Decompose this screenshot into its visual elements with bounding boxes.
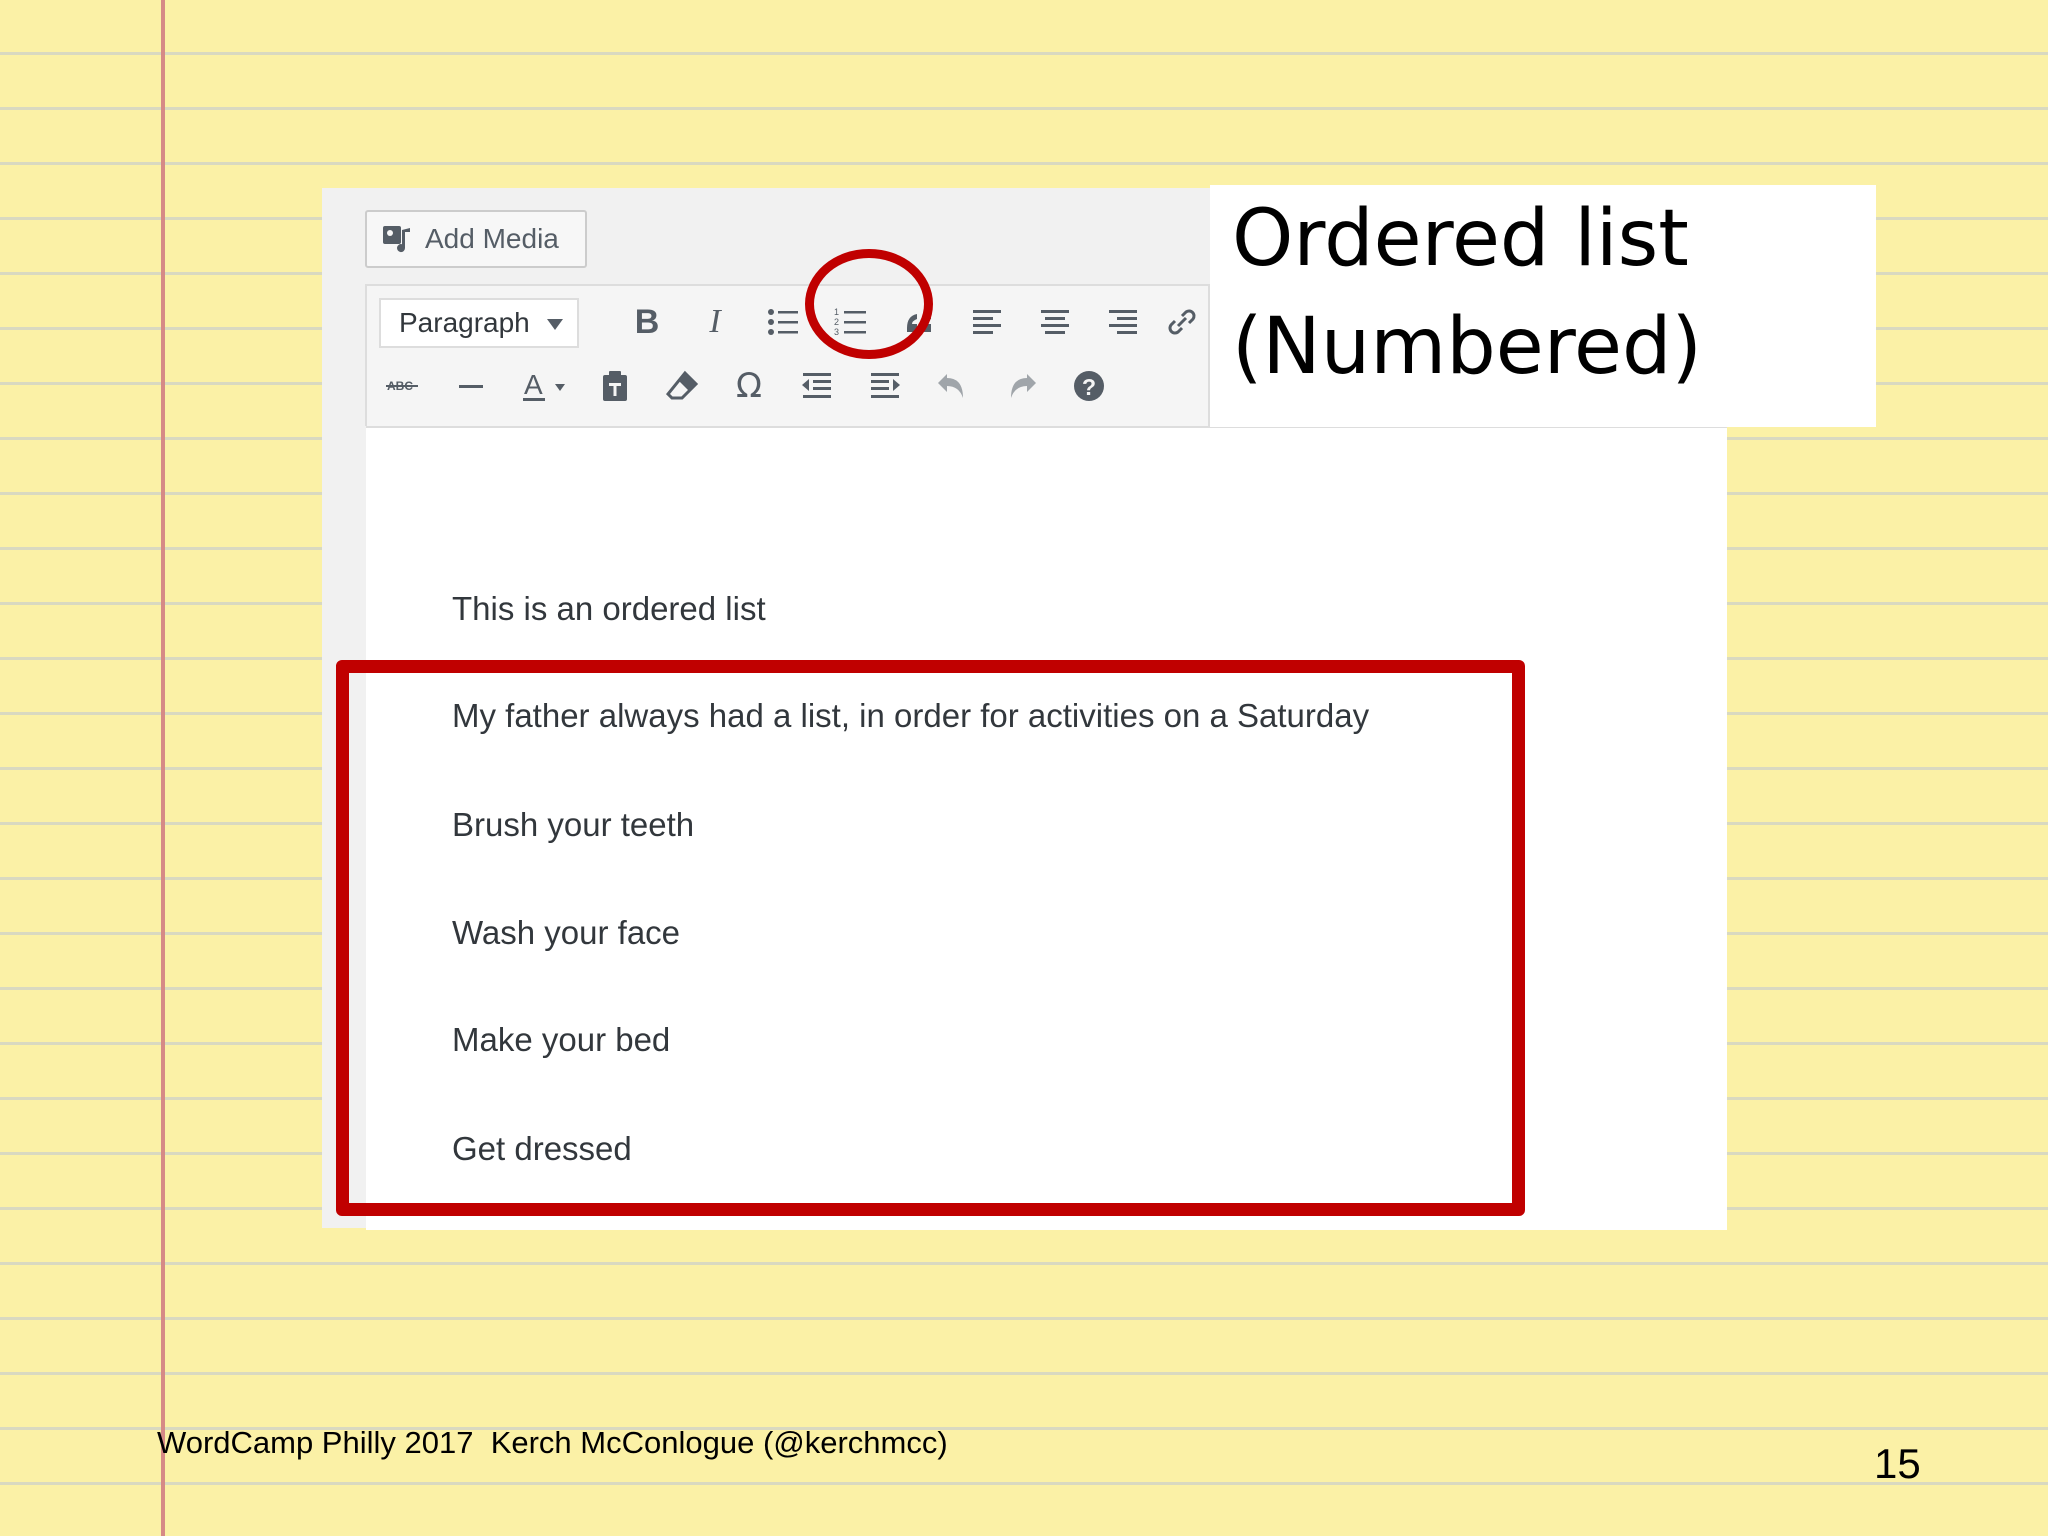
strikethrough-icon: ABC xyxy=(386,379,418,393)
callout-title: Ordered list xyxy=(1232,194,1689,284)
bulleted-list-icon xyxy=(768,309,798,335)
eraser-icon xyxy=(665,370,699,400)
question-icon: ? xyxy=(1074,371,1104,401)
list-highlight-box xyxy=(336,660,1525,1216)
paste-as-text-button[interactable] xyxy=(589,360,641,412)
slide-page-number: 15 xyxy=(1874,1440,1921,1487)
text-color-button[interactable]: A xyxy=(513,360,577,412)
align-right-icon xyxy=(1109,310,1137,334)
indent-icon xyxy=(871,373,900,398)
svg-text:A: A xyxy=(524,369,543,400)
help-button[interactable]: ? xyxy=(1063,360,1115,412)
text-color-icon: A xyxy=(523,369,565,401)
horizontal-line-button[interactable] xyxy=(445,360,497,412)
italic-icon: I xyxy=(709,303,721,340)
media-icon xyxy=(383,226,410,253)
increase-indent-button[interactable] xyxy=(859,360,911,412)
callout-box: Ordered list (Numbered) xyxy=(1210,185,1876,427)
add-media-label: Add Media xyxy=(425,223,559,254)
undo-icon xyxy=(938,374,963,398)
link-icon xyxy=(1168,309,1196,335)
undo-button[interactable] xyxy=(927,360,979,412)
editor-toolbar: Paragraph B I 123 ABC A Ω ? xyxy=(365,284,1210,426)
numbered-list-highlight-circle xyxy=(805,249,933,359)
bulleted-list-button[interactable] xyxy=(757,296,809,348)
horizontal-line-icon xyxy=(459,385,483,388)
italic-button[interactable]: I xyxy=(689,296,741,348)
special-character-button[interactable]: Ω xyxy=(723,360,775,412)
decrease-indent-button[interactable] xyxy=(791,360,843,412)
editor-intro-text: This is an ordered list xyxy=(452,590,766,627)
clear-formatting-button[interactable] xyxy=(657,360,709,412)
slide-footer: WordCamp Philly 2017 Kerch McConlogue (@… xyxy=(157,1425,948,1460)
align-right-button[interactable] xyxy=(1097,296,1149,348)
strikethrough-button[interactable]: ABC xyxy=(377,360,429,412)
align-center-button[interactable] xyxy=(1029,296,1081,348)
svg-text:?: ? xyxy=(1082,374,1096,400)
align-left-button[interactable] xyxy=(961,296,1013,348)
notebook-margin-line xyxy=(161,0,165,1536)
align-left-icon xyxy=(973,310,1001,334)
omega-icon: Ω xyxy=(736,366,762,406)
redo-icon xyxy=(1011,374,1036,398)
add-media-button[interactable]: Add Media xyxy=(365,210,587,268)
redo-button[interactable] xyxy=(995,360,1047,412)
bold-icon: B xyxy=(634,302,660,341)
bold-button[interactable]: B xyxy=(621,296,673,348)
align-center-icon xyxy=(1041,310,1069,334)
format-select[interactable]: Paragraph xyxy=(379,298,579,348)
callout-subtitle: (Numbered) xyxy=(1232,302,1702,392)
chevron-down-icon xyxy=(547,319,563,330)
outdent-icon xyxy=(802,373,831,398)
format-select-value: Paragraph xyxy=(399,307,530,338)
insert-link-button[interactable] xyxy=(1157,296,1207,348)
clipboard-icon xyxy=(603,371,627,401)
